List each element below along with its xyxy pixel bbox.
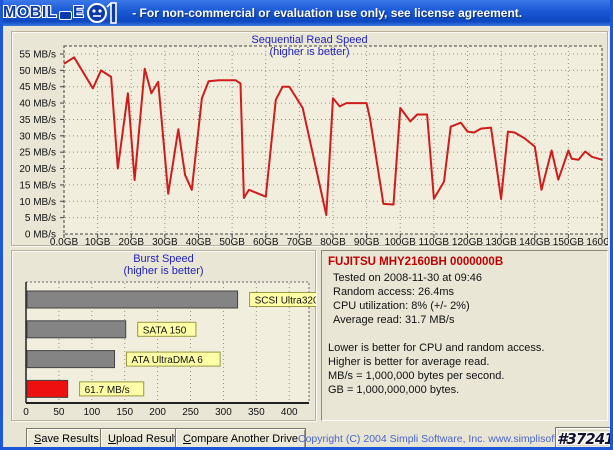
svg-text:130GB: 130GB <box>486 237 517 246</box>
svg-text:SATA 150: SATA 150 <box>143 325 187 336</box>
read-chart-subtitle: (higher is better) <box>269 46 350 58</box>
watermark-post-id: #372415 <box>557 430 613 448</box>
drive-title: FUJITSU MHY2160BH 0000000B <box>328 256 504 268</box>
svg-text:20GB: 20GB <box>118 237 144 246</box>
svg-text:100GB: 100GB <box>385 237 416 246</box>
svg-text:0.0GB: 0.0GB <box>50 237 79 246</box>
svg-text:70GB: 70GB <box>287 237 313 246</box>
svg-text:90GB: 90GB <box>354 237 380 246</box>
svg-text:50 MB/s: 50 MB/s <box>19 66 56 77</box>
read-chart-title: Sequential Read Speed <box>251 34 368 46</box>
svg-text:80GB: 80GB <box>320 237 346 246</box>
svg-text:110GB: 110GB <box>419 237 450 246</box>
logo-text-mobil: MOBIL <box>3 4 58 21</box>
svg-text:160GB: 160GB <box>586 237 608 246</box>
info-average-read: Average read: 31.7 MB/s <box>333 314 455 326</box>
svg-text:40 MB/s: 40 MB/s <box>19 99 56 110</box>
note-mbs-definition: MB/s = 1,000,000 bytes per second. <box>328 370 505 382</box>
svg-text:15 MB/s: 15 MB/s <box>19 180 56 191</box>
svg-text:ATA UltraDMA 6: ATA UltraDMA 6 <box>132 355 204 366</box>
title-bar: MOBIL E - For non-commercial or evaluatio… <box>3 0 610 26</box>
note-lower-better: Lower is better for CPU and random acces… <box>328 342 545 354</box>
hdtach-window: MOBIL E - For non-commercial or evaluatio… <box>0 0 613 450</box>
logo-face-icon <box>87 2 118 24</box>
compare-another-drive-button[interactable]: Compare Another Drive <box>175 428 306 447</box>
svg-text:10GB: 10GB <box>85 237 111 246</box>
svg-text:40GB: 40GB <box>186 237 212 246</box>
svg-text:300: 300 <box>215 407 232 418</box>
svg-text:400: 400 <box>281 407 298 418</box>
info-tested-on: Tested on 2008-11-30 at 09:46 <box>333 272 483 284</box>
license-text: - For non-commercial or evaluation use o… <box>132 6 523 20</box>
svg-text:20 MB/s: 20 MB/s <box>19 164 56 175</box>
copyright-text: Copyright (C) 2004 Simpli Software, Inc.… <box>298 433 603 445</box>
burst-chart-title: Burst Speed <box>133 253 194 265</box>
svg-text:5 MB/s: 5 MB/s <box>25 213 56 224</box>
svg-text:61.7 MB/s: 61.7 MB/s <box>85 385 130 396</box>
svg-text:140GB: 140GB <box>519 237 550 246</box>
read-chart-svg: 55 MB/s50 MB/s45 MB/s40 MB/s35 MB/s30 MB… <box>19 45 608 246</box>
mobile01-logo: MOBIL E <box>3 2 124 24</box>
svg-text:200: 200 <box>149 407 166 418</box>
burst-chart-svg: 0 50 100 150 200 250 300 350 400 SCSI Ultra320 SAT… <box>23 281 316 418</box>
svg-text:35 MB/s: 35 MB/s <box>19 115 56 126</box>
note-gb-definition: GB = 1,000,000,000 bytes. <box>328 384 460 396</box>
info-cpu-utilization: CPU utilization: 8% (+/- 2%) <box>333 300 470 312</box>
svg-text:100: 100 <box>83 407 100 418</box>
svg-text:25 MB/s: 25 MB/s <box>19 148 56 159</box>
svg-text:60GB: 60GB <box>253 237 279 246</box>
svg-text:250: 250 <box>182 407 199 418</box>
svg-text:50GB: 50GB <box>219 237 245 246</box>
drive-info-panel: FUJITSU MHY2160BH 0000000B Tested on 200… <box>321 250 608 421</box>
svg-text:150: 150 <box>116 407 133 418</box>
svg-text:45 MB/s: 45 MB/s <box>19 82 56 93</box>
svg-text:120GB: 120GB <box>452 237 483 246</box>
logo-text-e: E <box>73 4 85 21</box>
svg-text:10 MB/s: 10 MB/s <box>19 197 56 208</box>
logo-chip <box>59 10 73 20</box>
svg-text:30 MB/s: 30 MB/s <box>19 131 56 142</box>
svg-text:50: 50 <box>53 407 65 418</box>
svg-text:350: 350 <box>248 407 265 418</box>
svg-text:0: 0 <box>23 407 29 418</box>
sequential-read-groupbox: Sequential Read Speed (higher is better)… <box>11 31 608 246</box>
svg-text:30GB: 30GB <box>152 237 178 246</box>
burst-speed-groupbox: Burst Speed (higher is better) 0 50 100 150… <box>11 250 316 421</box>
burst-chart-subtitle: (higher is better) <box>123 265 204 277</box>
save-results-button[interactable]: Save Results <box>26 428 107 447</box>
svg-text:SCSI Ultra320: SCSI Ultra320 <box>255 296 316 307</box>
info-random-access: Random access: 26.4ms <box>333 286 455 298</box>
note-higher-better: Higher is better for average read. <box>328 356 490 368</box>
svg-text:150GB: 150GB <box>553 237 584 246</box>
